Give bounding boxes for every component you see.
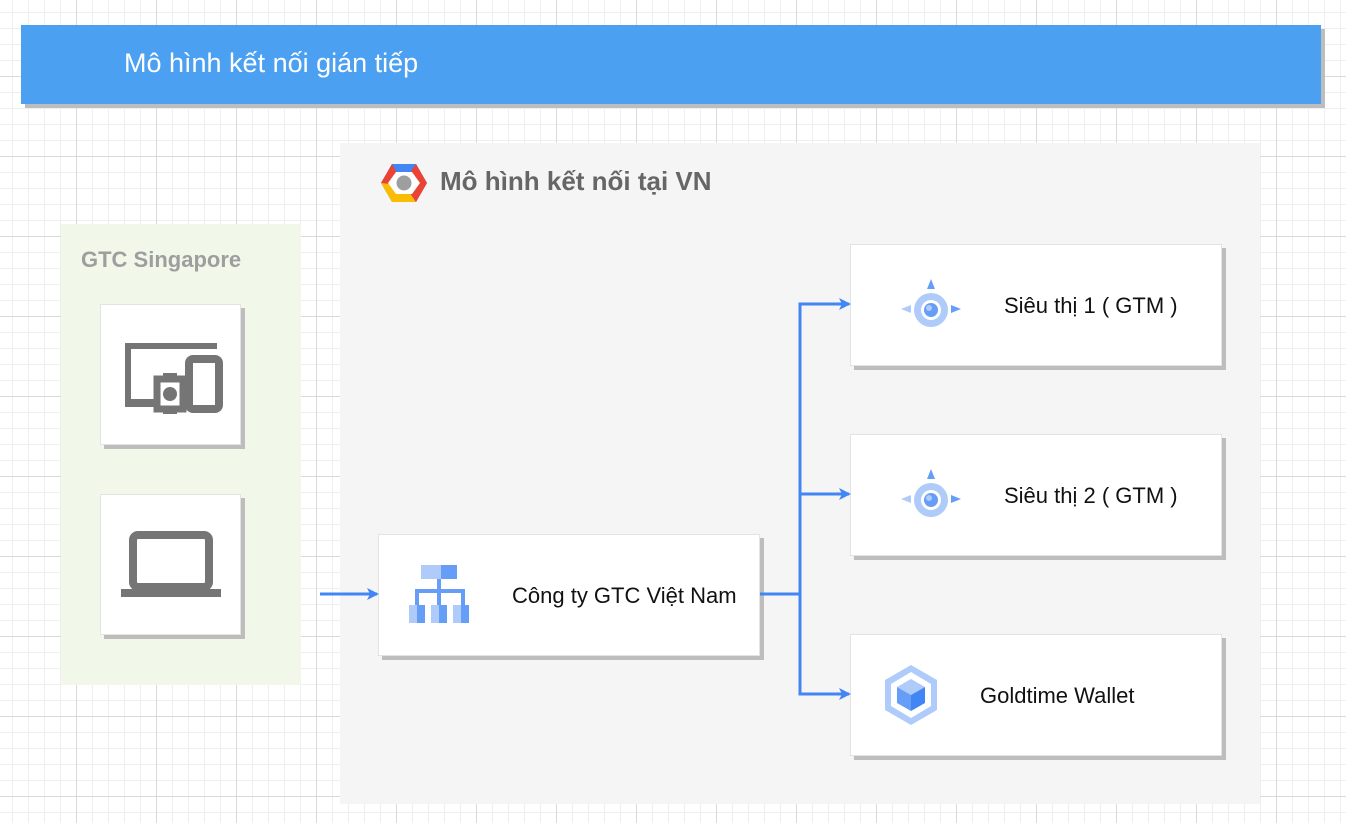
device-card-multiple-devices[interactable] (100, 304, 241, 445)
node-store-2-label: Siêu thị 2 ( GTM ) (1004, 483, 1178, 508)
header-title: Mô hình kết nối gián tiếp (124, 48, 419, 78)
compass-target-icon (901, 279, 961, 327)
compass-target-icon (901, 469, 961, 517)
network-hierarchy-icon (409, 565, 469, 623)
vn-zone-title: Mô hình kết nối tại VN (440, 166, 712, 196)
multiple-devices-icon (125, 343, 223, 414)
node-store-1-label: Siêu thị 1 ( GTM ) (1004, 293, 1178, 318)
device-card-laptop[interactable] (100, 494, 241, 635)
node-store-1[interactable]: Siêu thị 1 ( GTM ) (850, 244, 1222, 366)
node-wallet[interactable]: Goldtime Wallet (850, 634, 1222, 756)
singapore-zone-title: GTC Singapore (81, 247, 242, 272)
node-company-label: Công ty GTC Việt Nam (512, 583, 737, 608)
google-cloud-logo-icon (381, 164, 427, 202)
node-store-2[interactable]: Siêu thị 2 ( GTM ) (850, 434, 1222, 556)
node-company[interactable]: Công ty GTC Việt Nam (378, 534, 760, 656)
hexagon-cube-icon (885, 665, 937, 725)
node-wallet-label: Goldtime Wallet (980, 683, 1135, 708)
laptop-icon (121, 531, 221, 597)
